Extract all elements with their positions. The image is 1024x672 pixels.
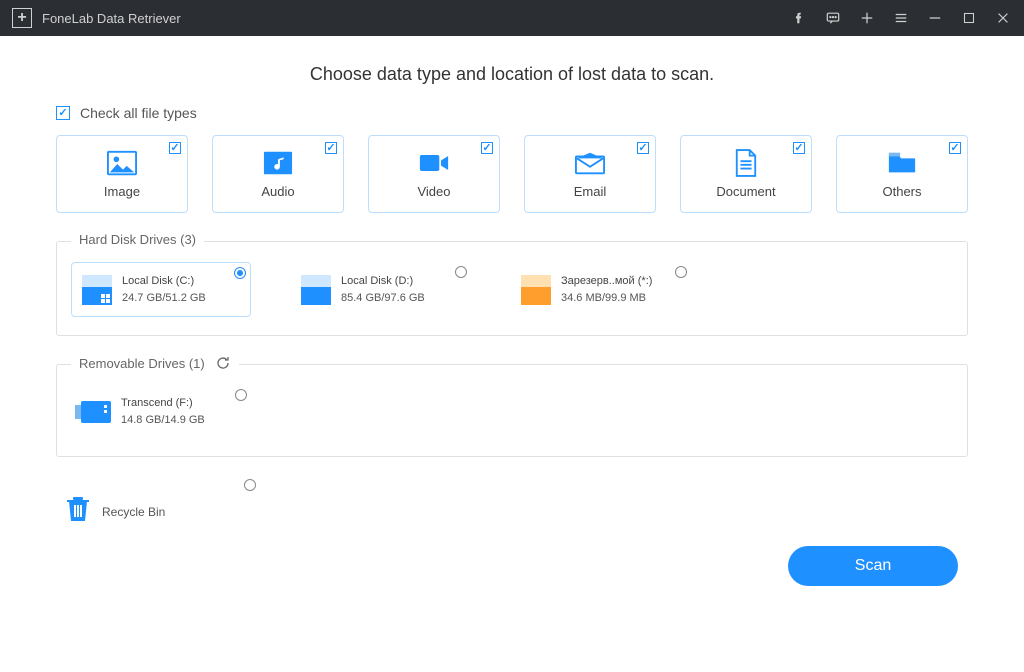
video-icon [419, 150, 449, 176]
titlebar: FoneLab Data Retriever [0, 0, 1024, 36]
recycle-bin-option[interactable]: Recycle Bin [56, 485, 236, 538]
type-checkbox[interactable] [949, 142, 961, 154]
app-title: FoneLab Data Retriever [42, 11, 181, 26]
menu-icon[interactable] [892, 9, 910, 27]
trash-icon [66, 495, 90, 528]
drive-size: 85.4 GB/97.6 GB [341, 290, 425, 307]
check-all-label: Check all file types [80, 105, 197, 121]
usb-icon [81, 401, 111, 423]
drive-name: Transcend (F:) [121, 395, 205, 412]
type-video[interactable]: Video [368, 135, 500, 213]
type-label: Email [574, 184, 607, 199]
refresh-icon[interactable] [215, 355, 231, 371]
type-checkbox[interactable] [793, 142, 805, 154]
removable-section: Removable Drives (1) Transcend (F:) 14.8… [56, 364, 968, 457]
drive-radio[interactable] [235, 389, 247, 401]
disk-icon [521, 275, 551, 305]
type-document[interactable]: Document [680, 135, 812, 213]
app-logo-icon [12, 8, 32, 28]
type-label: Image [104, 184, 140, 199]
disk-icon [82, 275, 112, 305]
facebook-icon[interactable] [790, 9, 808, 27]
type-label: Audio [261, 184, 294, 199]
recycle-radio[interactable] [244, 479, 256, 491]
scan-button[interactable]: Scan [788, 546, 958, 586]
drive-name: Local Disk (D:) [341, 273, 425, 290]
audio-icon [263, 150, 293, 176]
check-all-checkbox[interactable] [56, 106, 70, 120]
drive-c[interactable]: Local Disk (C:) 24.7 GB/51.2 GB [71, 262, 251, 317]
hdd-section-title: Hard Disk Drives (3) [71, 232, 204, 247]
type-email[interactable]: Email [524, 135, 656, 213]
document-icon [731, 150, 761, 176]
hdd-section: Hard Disk Drives (3) Local Disk (C:) 24.… [56, 241, 968, 336]
drive-name: Local Disk (C:) [122, 273, 206, 290]
type-checkbox[interactable] [637, 142, 649, 154]
folder-icon [887, 150, 917, 176]
type-label: Video [417, 184, 450, 199]
type-grid: Image Audio Video Email Document Others [56, 135, 968, 213]
drive-d[interactable]: Local Disk (D:) 85.4 GB/97.6 GB [291, 262, 471, 317]
drive-radio[interactable] [234, 267, 246, 279]
image-icon [107, 150, 137, 176]
drive-name: Зарезерв..мой (*:) [561, 273, 652, 290]
type-checkbox[interactable] [325, 142, 337, 154]
type-label: Document [716, 184, 775, 199]
minimize-icon[interactable] [926, 9, 944, 27]
drive-radio[interactable] [675, 266, 687, 278]
recycle-bin-label: Recycle Bin [102, 505, 165, 519]
type-others[interactable]: Others [836, 135, 968, 213]
maximize-icon[interactable] [960, 9, 978, 27]
type-label: Others [882, 184, 921, 199]
check-all-row[interactable]: Check all file types [56, 105, 968, 121]
disk-icon [301, 275, 331, 305]
drive-size: 14.8 GB/14.9 GB [121, 412, 205, 429]
drive-size: 34.6 MB/99.9 MB [561, 290, 652, 307]
type-audio[interactable]: Audio [212, 135, 344, 213]
page-heading: Choose data type and location of lost da… [56, 64, 968, 85]
drive-size: 24.7 GB/51.2 GB [122, 290, 206, 307]
drive-reserved[interactable]: Зарезерв..мой (*:) 34.6 MB/99.9 MB [511, 262, 691, 317]
feedback-icon[interactable] [824, 9, 842, 27]
removable-section-title: Removable Drives (1) [79, 356, 205, 371]
type-checkbox[interactable] [481, 142, 493, 154]
type-image[interactable]: Image [56, 135, 188, 213]
drive-radio[interactable] [455, 266, 467, 278]
drive-usb[interactable]: Transcend (F:) 14.8 GB/14.9 GB [71, 385, 251, 438]
plus-icon[interactable] [858, 9, 876, 27]
email-icon [575, 150, 605, 176]
close-icon[interactable] [994, 9, 1012, 27]
type-checkbox[interactable] [169, 142, 181, 154]
